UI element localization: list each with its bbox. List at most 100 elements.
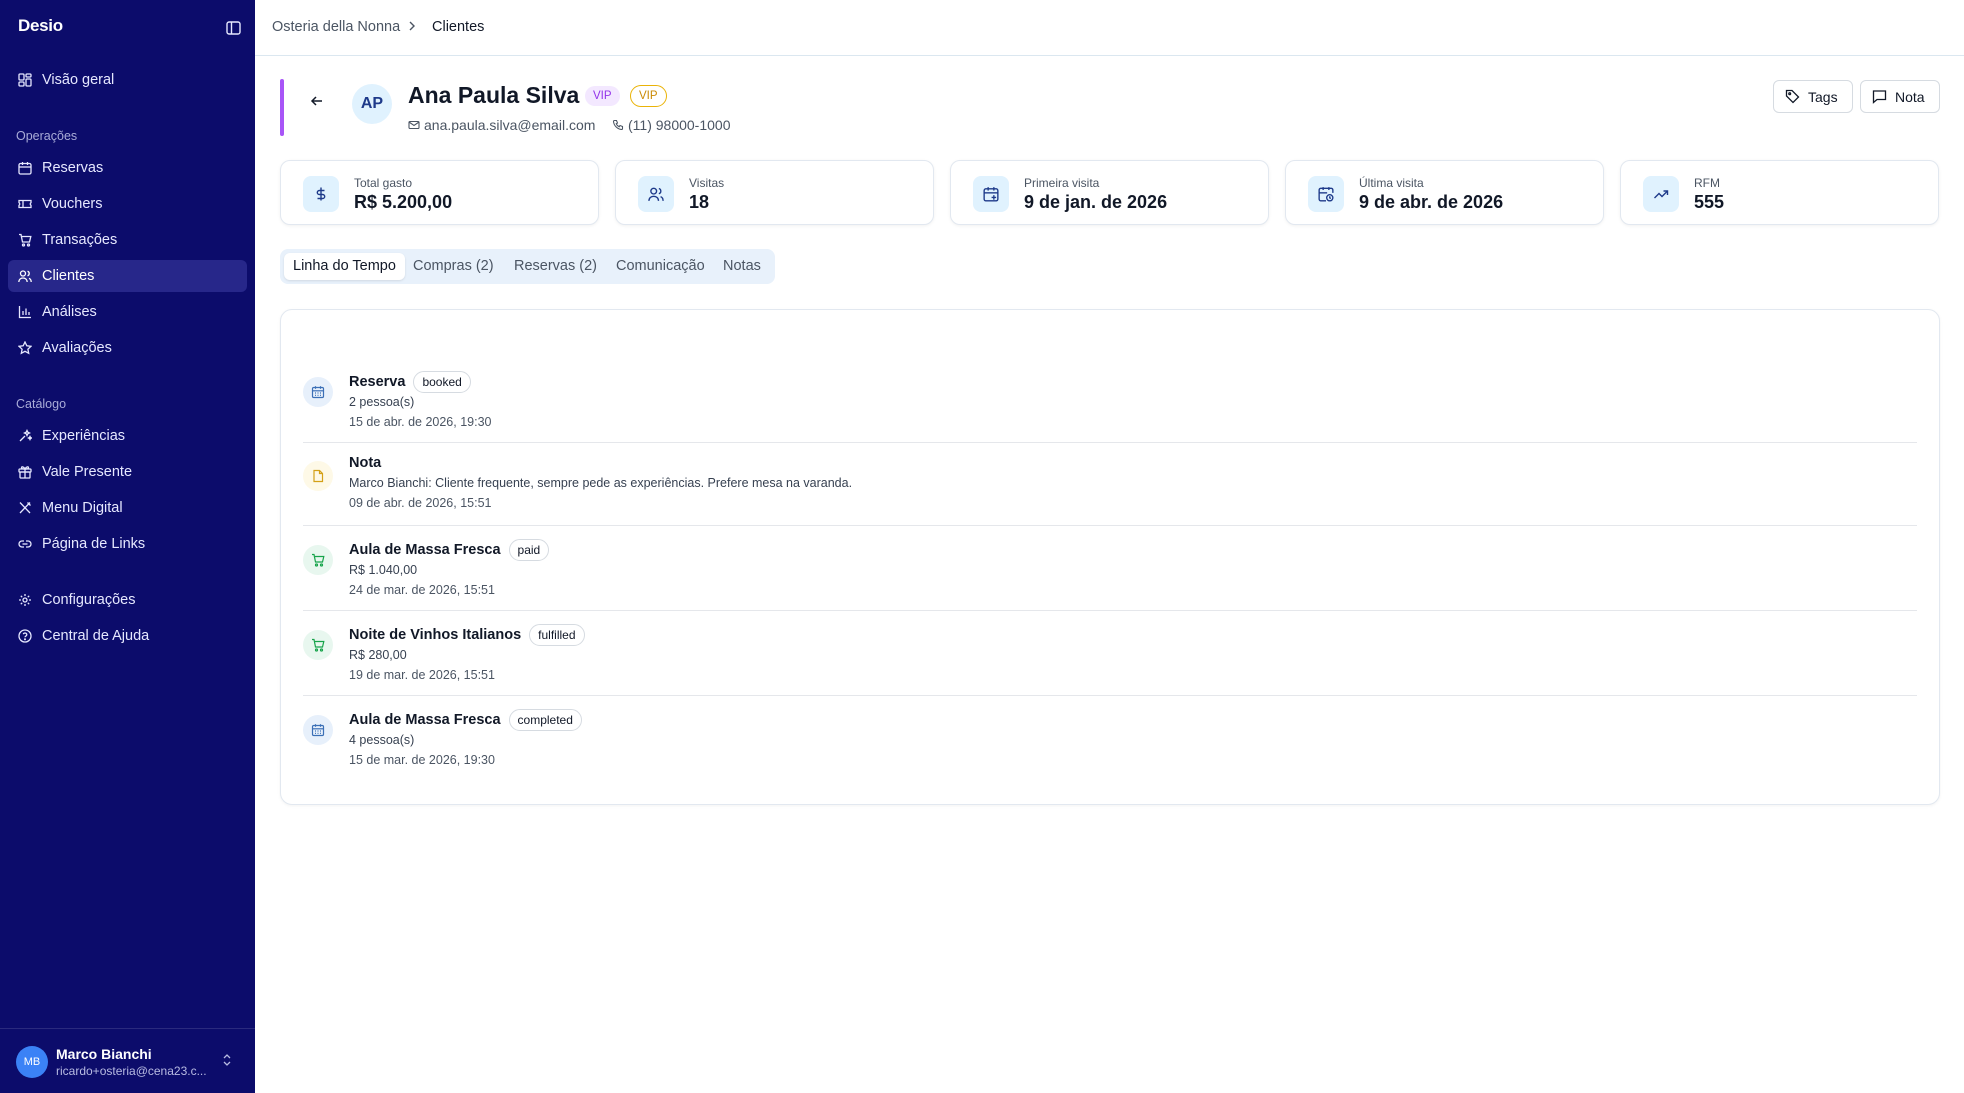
stat-card-visitas: Visitas 18 bbox=[615, 160, 934, 225]
timeline-title: Aula de Massa Fresca completed bbox=[349, 709, 582, 731]
stat-label: Total gasto bbox=[354, 176, 413, 190]
sidebar-item-avaliacoes[interactable]: Avaliações bbox=[8, 332, 247, 364]
dashboard-icon bbox=[17, 72, 33, 88]
customer-avatar: AP bbox=[352, 84, 392, 124]
tab-compras[interactable]: Compras (2) bbox=[404, 253, 503, 280]
status-badge: booked bbox=[413, 371, 471, 393]
tags-button-label: Tags bbox=[1808, 88, 1838, 105]
avatar: MB bbox=[16, 1046, 48, 1078]
sidebar-item-reservas[interactable]: Reservas bbox=[8, 152, 247, 184]
sidebar-item-label: Transações bbox=[42, 232, 118, 248]
sidebar-item-pagina-de-links[interactable]: Página de Links bbox=[8, 528, 247, 560]
sidebar-item-analises[interactable]: Análises bbox=[8, 296, 247, 328]
back-arrow-icon[interactable] bbox=[306, 90, 328, 112]
timeline-title-text: Aula de Massa Fresca bbox=[349, 542, 501, 558]
chevron-right-icon bbox=[407, 20, 417, 36]
calendar-icon bbox=[303, 715, 333, 745]
stat-label: RFM bbox=[1694, 176, 1720, 190]
customer-phone: (11) 98000-1000 bbox=[612, 117, 730, 133]
section-label-catalogo: Catálogo bbox=[16, 397, 67, 411]
sidebar-item-visao-geral[interactable]: Visão geral bbox=[8, 64, 247, 96]
stat-value: 9 de jan. de 2026 bbox=[1024, 192, 1168, 212]
calendar-plus-icon bbox=[973, 176, 1009, 212]
divider bbox=[303, 695, 1917, 696]
sidebar-item-label: Menu Digital bbox=[42, 500, 123, 516]
bar-chart-icon bbox=[17, 304, 33, 320]
timeline-date: 24 de mar. de 2026, 15:51 bbox=[349, 583, 495, 597]
status-badge: paid bbox=[508, 539, 550, 561]
brand-logo[interactable]: Desio bbox=[18, 16, 63, 36]
stat-label: Primeira visita bbox=[1024, 176, 1100, 190]
stat-value: R$ 5.200,00 bbox=[354, 192, 453, 212]
sidebar-item-vouchers[interactable]: Vouchers bbox=[8, 188, 247, 220]
sidebar-item-experiencias[interactable]: Experiências bbox=[8, 420, 247, 452]
divider bbox=[303, 610, 1917, 611]
sidebar-item-central-de-ajuda[interactable]: Central de Ajuda bbox=[8, 620, 247, 652]
tags-button[interactable]: Tags bbox=[1773, 80, 1853, 113]
nota-button[interactable]: Nota bbox=[1860, 80, 1940, 113]
utensils-icon bbox=[17, 500, 33, 516]
sidebar-toggle-icon[interactable] bbox=[222, 18, 244, 38]
timeline-detail: 2 pessoa(s) bbox=[349, 395, 415, 409]
sidebar-item-label: Vale Presente bbox=[42, 464, 133, 480]
timeline-date: 15 de mar. de 2026, 19:30 bbox=[349, 753, 495, 767]
sidebar-item-label: Vouchers bbox=[42, 196, 103, 212]
link-icon bbox=[17, 536, 33, 552]
timeline-date: 09 de abr. de 2026, 15:51 bbox=[349, 496, 492, 510]
users-icon bbox=[638, 176, 674, 212]
timeline-panel: Reserva booked 2 pessoa(s) 15 de abr. de … bbox=[280, 309, 1940, 805]
user-menu[interactable]: MB Marco Bianchi ricardo+osteria@cena23.… bbox=[0, 1028, 255, 1093]
tab-comunicacao[interactable]: Comunicação bbox=[607, 253, 714, 280]
tab-list: Linha do Tempo Compras (2) Reservas (2) … bbox=[280, 249, 775, 284]
cart-icon bbox=[303, 545, 333, 575]
sidebar-item-clientes[interactable]: Clientes bbox=[8, 260, 247, 292]
timeline-date: 15 de abr. de 2026, 19:30 bbox=[349, 415, 492, 429]
tab-reservas[interactable]: Reservas (2) bbox=[505, 253, 606, 280]
sidebar-item-label: Visão geral bbox=[42, 72, 115, 88]
help-circle-icon bbox=[17, 628, 33, 644]
sidebar: Desio Visão geral Operações Reservas Vou… bbox=[0, 0, 255, 1093]
breadcrumb-item-current: Clientes bbox=[432, 19, 485, 35]
breadcrumb-item-restaurant[interactable]: Osteria della Nonna bbox=[272, 19, 400, 35]
customer-phone-text: (11) 98000-1000 bbox=[628, 117, 731, 133]
calendar-icon bbox=[303, 377, 333, 407]
topbar: Osteria della Nonna Clientes bbox=[255, 0, 1964, 56]
ticket-icon bbox=[17, 196, 33, 212]
tab-notas[interactable]: Notas bbox=[714, 253, 770, 280]
tag-icon bbox=[1785, 89, 1800, 104]
timeline-title-text: Nota bbox=[349, 455, 382, 471]
timeline-detail: Marco Bianchi: Cliente frequente, sempre… bbox=[349, 476, 853, 490]
timeline-title-text: Aula de Massa Fresca bbox=[349, 712, 501, 728]
timeline-title: Noite de Vinhos Italianos fulfilled bbox=[349, 624, 585, 646]
sidebar-item-label: Clientes bbox=[42, 268, 95, 284]
gift-icon bbox=[17, 464, 33, 480]
sparkles-icon bbox=[17, 428, 33, 444]
cart-icon bbox=[303, 630, 333, 660]
customer-email: ana.paula.silva@email.com bbox=[408, 117, 595, 133]
vip-badge: VIP bbox=[585, 86, 620, 106]
stat-card-rfm: RFM 555 bbox=[1620, 160, 1939, 225]
sidebar-item-label: Configurações bbox=[42, 592, 136, 608]
sidebar-item-transacoes[interactable]: Transações bbox=[8, 224, 247, 256]
sidebar-item-configuracoes[interactable]: Configurações bbox=[8, 584, 247, 616]
sidebar-item-vale-presente[interactable]: Vale Presente bbox=[8, 456, 247, 488]
sidebar-item-menu-digital[interactable]: Menu Digital bbox=[8, 492, 247, 524]
sidebar-item-label: Central de Ajuda bbox=[42, 628, 150, 644]
chevron-up-down-icon bbox=[222, 1053, 232, 1072]
timeline-title-text: Reserva bbox=[349, 374, 406, 390]
gear-icon bbox=[17, 592, 33, 608]
calendar-icon bbox=[17, 160, 33, 176]
sidebar-item-label: Experiências bbox=[42, 428, 126, 444]
users-icon bbox=[17, 268, 33, 284]
trending-up-icon bbox=[1643, 176, 1679, 212]
status-badge: fulfilled bbox=[529, 624, 585, 646]
vip-tag-badge: VIP bbox=[630, 85, 667, 107]
divider bbox=[303, 525, 1917, 526]
sidebar-item-label: Análises bbox=[42, 304, 97, 320]
stat-label: Última visita bbox=[1359, 176, 1424, 190]
message-square-icon bbox=[1872, 90, 1887, 104]
timeline-title-text: Noite de Vinhos Italianos bbox=[349, 627, 522, 643]
tab-linha-do-tempo[interactable]: Linha do Tempo bbox=[284, 253, 405, 280]
sidebar-item-label: Avaliações bbox=[42, 340, 112, 356]
file-icon bbox=[303, 461, 333, 491]
